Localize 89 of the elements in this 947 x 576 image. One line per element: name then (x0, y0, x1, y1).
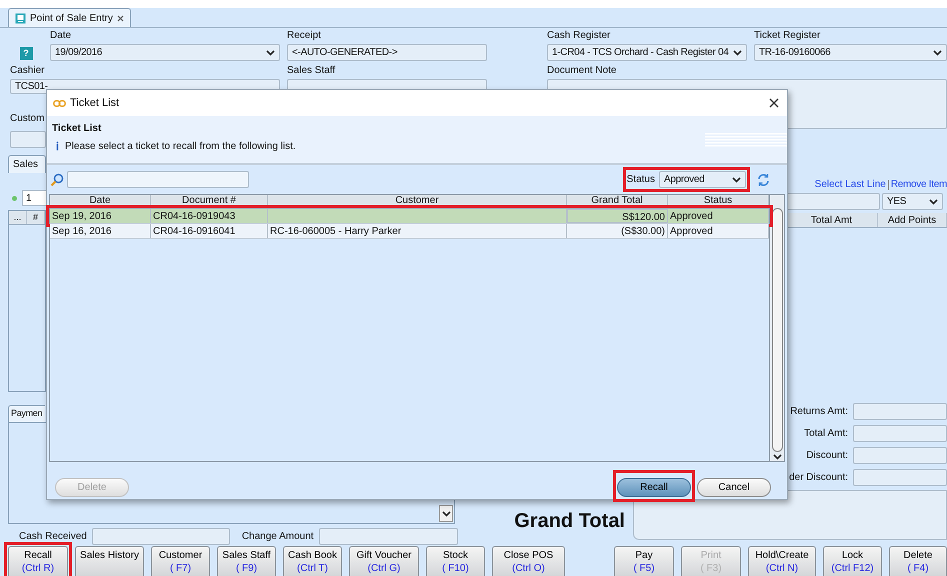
toolbar-button[interactable]: Delete ( F4) (889, 546, 947, 576)
chevron-down-icon (733, 50, 742, 56)
table-cell: Sep 19, 2016 (52, 211, 112, 222)
text-field[interactable] (853, 403, 947, 420)
dropdown[interactable]: 19/09/2016 (50, 44, 280, 61)
search-field[interactable] (67, 171, 249, 188)
dialog-button[interactable]: Cancel (697, 478, 771, 497)
monitor-icon (15, 12, 26, 24)
link-chain-icon (53, 100, 66, 106)
field-label: Receipt (287, 30, 322, 42)
table-row[interactable]: Sep 16, 2016 CR04-16-0916041 RC-16-060005 - Harry Parker (S$30.00) Approved (50, 224, 769, 239)
toolbar-button[interactable]: Sales History (75, 546, 144, 576)
toolbar-button[interactable]: Close POS (Ctrl O) (492, 546, 565, 576)
toolbar-button[interactable]: Hold\Create (Ctrl N) (748, 546, 816, 576)
field-label: Cash Register (547, 30, 612, 42)
scrollbar[interactable] (770, 194, 785, 462)
toolbar-button[interactable]: Cash Book (Ctrl T) (283, 546, 342, 576)
text-field[interactable]: <-AUTO-GENERATED-> (287, 44, 487, 61)
text-field[interactable] (10, 131, 46, 148)
text-field[interactable]: 1 (22, 190, 47, 206)
chevron-down-icon (442, 510, 450, 516)
dialog-title: Ticket List (70, 96, 120, 111)
text-field[interactable] (92, 528, 230, 545)
dialog-button[interactable]: Recall (617, 478, 691, 497)
tab-label: Point of Sale Entry (30, 12, 113, 26)
dropdown[interactable]: YES (882, 193, 943, 210)
field-label: Date (50, 30, 72, 42)
info-icon: ℹ (56, 141, 59, 152)
chevron-down-icon (929, 198, 938, 204)
dropdown[interactable]: Approved (659, 171, 746, 188)
text-field[interactable] (853, 469, 947, 486)
column-header: Add Points (878, 213, 947, 227)
table-cell: RC-16-060005 - Harry Parker (270, 226, 402, 237)
toolbar-button[interactable]: Stock ( F10) (426, 546, 485, 576)
column-header[interactable]: Date (50, 195, 151, 208)
toolbar-button[interactable]: Gift Voucher (Ctrl G) (349, 546, 419, 576)
chevron-down-icon (266, 50, 275, 56)
field-label: Total Amt: (804, 428, 848, 440)
refresh-icon[interactable] (757, 172, 770, 186)
table-cell: CR04-16-0916041 (153, 226, 236, 237)
table-cell: Sep 16, 2016 (52, 226, 112, 237)
search-icon[interactable] (50, 172, 64, 186)
field-label: Cash Received (19, 530, 87, 542)
column-header[interactable]: Grand Total (567, 195, 668, 208)
instruction-text: Please select a ticket to recall from the following list. (65, 140, 296, 154)
field-label: der Discount: (789, 472, 848, 484)
column-header[interactable]: Status (668, 195, 769, 208)
column-header: ... (9, 211, 27, 224)
table-cell: S$120.00 (622, 212, 665, 223)
field-label: Sales Staff (287, 65, 336, 77)
tab[interactable]: Paymen (8, 405, 45, 422)
field-label: Returns Amt: (790, 406, 848, 418)
field-label: Custom (10, 113, 44, 124)
chevron-down-icon (933, 50, 942, 56)
text-field[interactable] (785, 193, 880, 210)
scroll-down-icon[interactable] (439, 505, 453, 522)
close-icon[interactable] (116, 14, 124, 22)
field-label: Status (626, 174, 655, 186)
tab[interactable]: Sales (8, 155, 46, 173)
table-cell: CR04-16-0919043 (153, 211, 236, 222)
dropdown[interactable]: 1-CR04 - TCS Orchard - Cash Register 04 (547, 44, 747, 61)
table-cell: Approved (670, 211, 713, 222)
field-label: Ticket Register (754, 30, 822, 42)
toolbar-button[interactable]: Customer ( F7) (151, 546, 210, 576)
field-label: Cashier (10, 65, 46, 77)
column-header: # (27, 211, 45, 224)
chevron-down-icon (732, 176, 741, 182)
text-field[interactable] (853, 447, 947, 464)
toolbar-button[interactable]: Recall (Ctrl R) (8, 546, 68, 576)
close-icon[interactable] (769, 98, 779, 108)
toolbar-button[interactable]: Sales Staff ( F9) (217, 546, 276, 576)
text-field[interactable] (853, 425, 947, 442)
toolbar-button[interactable]: Lock (Ctrl F12) (823, 546, 882, 576)
text-field[interactable] (318, 528, 458, 545)
link[interactable]: Select Last Line (814, 177, 886, 192)
chevron-down-icon (772, 454, 782, 460)
table-cell: Approved (670, 226, 713, 237)
column-header[interactable]: Document # (151, 195, 268, 208)
column-header[interactable]: Customer (268, 195, 567, 208)
dialog-heading: Ticket List (52, 122, 102, 136)
field-label: Change Amount (242, 530, 314, 542)
field-label: Discount: (806, 450, 848, 462)
table-cell: (S$30.00) (621, 226, 665, 237)
dropdown[interactable]: TR-16-09160066 (754, 44, 947, 61)
grand-total-label: Grand Total (514, 509, 625, 534)
link[interactable]: Remove Item (890, 177, 947, 192)
toolbar-button[interactable]: Pay ( F5) (614, 546, 674, 576)
document-tab[interactable]: Point of Sale Entry (8, 8, 131, 27)
field-label: Document Note (547, 65, 618, 77)
